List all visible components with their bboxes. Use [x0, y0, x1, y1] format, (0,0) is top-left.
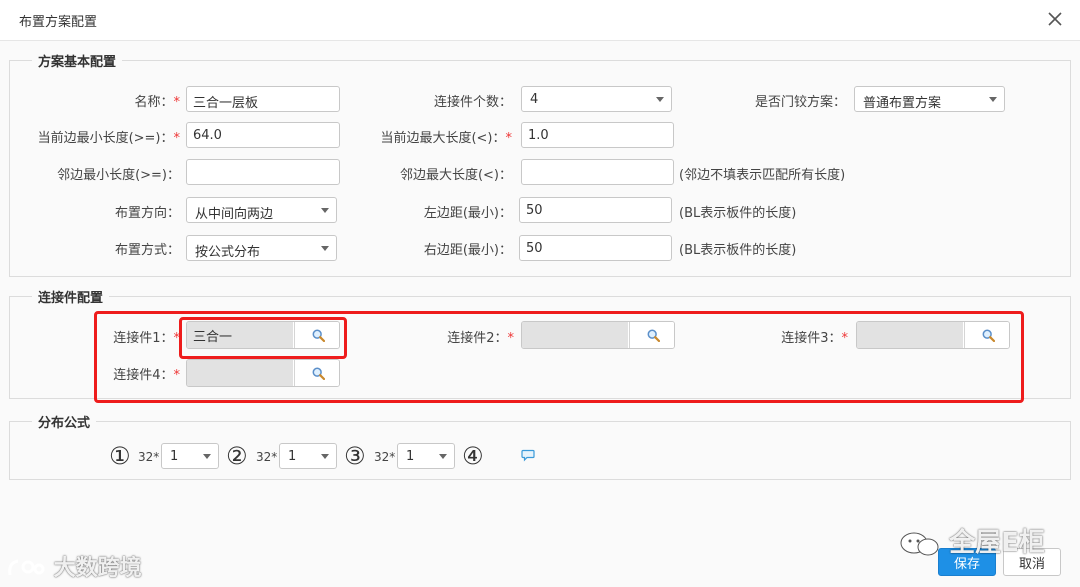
hinge-scheme-label: 是否门铰方案： — [754, 95, 846, 110]
formula-select-2-value: 1 — [288, 449, 297, 464]
mode-value: 按公式分布 — [195, 245, 261, 260]
connector-1-picker[interactable]: 三合一 — [186, 321, 340, 349]
hinge-scheme-select[interactable]: 普通布置方案 — [854, 86, 1005, 112]
dialog-titlebar: 布置方案配置 — [0, 0, 1080, 41]
connector-2-picker[interactable] — [521, 321, 675, 349]
formula-multiplier-3: 32* — [374, 450, 396, 464]
formula-circle-2: ② — [226, 442, 248, 470]
name-label: 名称：* — [134, 95, 180, 110]
watermark-left-text: 大数跨境 — [53, 556, 142, 581]
left-margin-hint: (BL表示板件的长度) — [679, 206, 797, 221]
mode-label: 布置方式： — [114, 243, 180, 258]
mode-select[interactable]: 按公式分布 — [186, 235, 337, 261]
connector-1-label: 连接件1：* — [113, 331, 180, 346]
conn-count-select[interactable]: 4 — [521, 86, 672, 112]
conn-count-value: 4 — [530, 92, 539, 107]
connector-1-value: 三合一 — [187, 322, 293, 348]
adj-max-len-input[interactable] — [521, 159, 674, 185]
watermark-left: 大数跨境 — [6, 550, 142, 582]
dialog-title: 布置方案配置 — [19, 15, 98, 30]
formula-select-1[interactable]: 1 — [161, 443, 219, 469]
dialog: 布置方案配置 方案基本配置 名称：* 三合一层板 连接件个数： 4 是否门铰方案… — [0, 0, 1080, 587]
formula-multiplier-1: 32* — [138, 450, 160, 464]
formula-circle-3: ③ — [344, 442, 366, 470]
formula-multiplier-2: 32* — [256, 450, 278, 464]
cur-min-len-input[interactable]: 64.0 — [186, 122, 340, 148]
connector-4-label: 连接件4：* — [113, 368, 180, 383]
conn-count-label: 连接件个数： — [433, 95, 512, 110]
formula-select-1-value: 1 — [170, 449, 179, 464]
search-icon[interactable] — [964, 322, 1009, 348]
chat-icon[interactable] — [521, 449, 535, 466]
right-margin-label: 右边距(最小)： — [423, 243, 512, 258]
search-icon[interactable] — [294, 322, 339, 348]
right-margin-hint: (BL表示板件的长度) — [679, 243, 797, 258]
connector-config-legend: 连接件配置 — [38, 291, 104, 306]
search-icon[interactable] — [629, 322, 674, 348]
chevron-down-icon — [656, 97, 664, 102]
cur-min-len-label: 当前边最小长度(>=)：* — [37, 131, 180, 146]
close-icon[interactable] — [1044, 8, 1066, 30]
chevron-down-icon — [321, 454, 329, 459]
watermark-right-logo-icon — [898, 530, 940, 558]
chevron-down-icon — [321, 246, 329, 251]
formula-select-3[interactable]: 1 — [397, 443, 455, 469]
left-margin-label: 左边距(最小)： — [423, 206, 512, 221]
formula-legend: 分布公式 — [38, 416, 91, 431]
connector-3-picker[interactable] — [856, 321, 1010, 349]
search-icon[interactable] — [294, 360, 339, 386]
connector-3-value — [857, 322, 963, 348]
cur-max-len-label: 当前边最大长度(<)：* — [380, 131, 512, 146]
hinge-scheme-value: 普通布置方案 — [863, 96, 942, 111]
basic-config-legend: 方案基本配置 — [38, 55, 117, 70]
direction-select[interactable]: 从中间向两边 — [186, 197, 337, 223]
chevron-down-icon — [989, 97, 997, 102]
adj-max-len-label: 邻边最大长度(<)： — [399, 168, 512, 183]
cur-max-len-input[interactable]: 1.0 — [521, 122, 674, 148]
formula-select-2[interactable]: 1 — [279, 443, 337, 469]
connector-2-value — [522, 322, 628, 348]
connector-2-label: 连接件2：* — [447, 331, 514, 346]
watermark-right-text: 全屋E柜 — [949, 528, 1045, 558]
formula-circle-4: ④ — [462, 442, 484, 470]
connector-3-label: 连接件3：* — [781, 331, 848, 346]
watermark-left-logo-icon — [6, 557, 46, 581]
left-margin-input[interactable]: 50 — [519, 197, 672, 223]
connector-4-value — [187, 360, 293, 386]
adj-min-len-input[interactable] — [186, 159, 340, 185]
formula-select-3-value: 1 — [406, 449, 415, 464]
adj-min-len-label: 邻边最小长度(>=)： — [57, 168, 180, 183]
watermark-right: 全屋E柜 — [898, 522, 1045, 559]
chevron-down-icon — [321, 208, 329, 213]
connector-4-picker[interactable] — [186, 359, 340, 387]
name-input[interactable]: 三合一层板 — [186, 86, 340, 112]
formula-circle-1: ① — [109, 442, 131, 470]
direction-value: 从中间向两边 — [195, 207, 274, 222]
right-margin-input[interactable]: 50 — [519, 235, 672, 261]
chevron-down-icon — [439, 454, 447, 459]
adj-max-len-hint: (邻边不填表示匹配所有长度) — [679, 168, 846, 183]
chevron-down-icon — [203, 454, 211, 459]
direction-label: 布置方向： — [114, 206, 180, 221]
